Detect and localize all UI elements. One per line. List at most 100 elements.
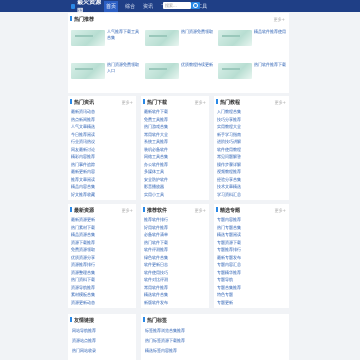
list-item[interactable]: 软件使用技巧	[144, 270, 206, 276]
list-item-title[interactable]: 热门素材下载	[71, 225, 95, 231]
list-item[interactable]: 影音播放器	[144, 184, 206, 190]
list-item[interactable]: 新手学习指南	[217, 132, 286, 138]
list-item[interactable]: 操作步骤详解	[217, 162, 286, 168]
featured-thumb[interactable]	[71, 63, 105, 79]
list-item-title[interactable]: 软件评测推荐	[144, 247, 168, 253]
list-item-title[interactable]: 好用软件推荐	[144, 225, 168, 231]
list-item-title[interactable]: 网友最新讨论	[71, 147, 95, 153]
list-item-title[interactable]: 经验分享合集	[217, 177, 241, 183]
list-item[interactable]: 专题精华推荐	[217, 270, 286, 276]
nav-item[interactable]: 资讯	[142, 3, 154, 10]
list-item-title[interactable]: 技术文章精选	[217, 184, 241, 190]
list-item-title[interactable]: 热门事件追踪	[71, 162, 95, 168]
featured-link[interactable]: 优质教程持续更新	[181, 62, 215, 74]
list-item-title[interactable]: 行业资讯热议	[71, 139, 95, 145]
list-item[interactable]: 办公软件推荐	[144, 162, 206, 168]
list-item-title[interactable]: 多媒体工具	[144, 169, 164, 175]
list-item[interactable]: 精品资源合集	[71, 232, 133, 238]
list-item[interactable]: 安全防护软件	[144, 177, 206, 183]
list-item[interactable]: 资源整理合集	[71, 270, 133, 276]
list-item-title[interactable]: 热门软件下载	[144, 240, 168, 246]
list-item[interactable]: 热门软件下载	[144, 240, 206, 246]
list-item[interactable]: 常见问题解答	[217, 154, 286, 160]
list-item-title[interactable]: 专题内容汇总	[217, 262, 241, 268]
list-item[interactable]: 专题资源下载	[217, 240, 286, 246]
list-item[interactable]: 软件更新日志	[144, 262, 206, 268]
list-item[interactable]: 标签推荐浏览合集推荐	[145, 328, 285, 334]
list-item[interactable]: 今日推荐阅读	[71, 132, 133, 138]
list-item[interactable]: 资源站点推荐	[72, 338, 132, 344]
section-more-link[interactable]: 更多+	[122, 208, 133, 214]
list-item-title[interactable]: 专题合集推荐	[217, 285, 241, 291]
list-item-title[interactable]: 精选专题阅读	[217, 232, 241, 238]
list-item-title[interactable]: 网络工具合集	[144, 154, 168, 160]
list-item-title[interactable]: 热门专题合集	[217, 225, 241, 231]
list-item[interactable]: 好文推荐收藏	[71, 192, 133, 198]
list-item[interactable]: 实用小工具	[144, 192, 206, 198]
featured-thumb[interactable]	[218, 30, 252, 46]
list-item[interactable]: 最新专题发布	[217, 255, 286, 261]
list-item[interactable]: 素材模板合集	[71, 292, 133, 298]
list-item[interactable]: 常用软件推荐	[144, 285, 206, 291]
section-more-link[interactable]: 更多+	[122, 100, 133, 106]
list-item-title[interactable]: 推荐软件排行	[144, 217, 168, 223]
list-item-title[interactable]: 最新资讯动态	[71, 109, 95, 115]
list-item[interactable]: 最新资源更新	[71, 217, 133, 223]
list-item[interactable]: 精选专题阅读	[217, 232, 286, 238]
list-item[interactable]: 绿色软件合集	[144, 255, 206, 261]
list-item[interactable]: 热门资料下载	[71, 277, 133, 283]
list-item-title[interactable]: 常用软件推荐	[144, 285, 168, 291]
site-logo[interactable]: 最火资源网	[71, 0, 102, 15]
list-item[interactable]: 特色专题	[217, 292, 286, 298]
list-item[interactable]: 精选标签内容推荐	[145, 348, 285, 354]
list-item-title[interactable]: 精选软件合集	[144, 292, 168, 298]
list-item-title[interactable]: 素材模板合集	[71, 292, 95, 298]
list-item-title[interactable]: 特色专题	[217, 292, 233, 298]
list-item[interactable]: 最新资讯动态	[71, 109, 133, 115]
list-item[interactable]: 资源推荐排行	[71, 262, 133, 268]
list-item[interactable]: 好用软件推荐	[144, 225, 206, 231]
list-item-title[interactable]: 进阶技巧讲解	[217, 139, 241, 145]
list-item-title[interactable]: 专题精华推荐	[217, 270, 241, 276]
list-item[interactable]: 资源更新动态	[71, 300, 133, 306]
list-item-title[interactable]: 资源下载推荐	[71, 240, 95, 246]
list-item[interactable]: 网友最新讨论	[71, 147, 133, 153]
list-item-title[interactable]: 资源推荐排行	[71, 262, 95, 268]
list-item-title[interactable]: 最新更新内容	[71, 169, 95, 175]
featured-link[interactable]: 热门资源免费领取入口	[107, 62, 141, 74]
list-item-title[interactable]: 办公软件推荐	[144, 162, 168, 168]
list-item-title[interactable]: 专题内容推荐	[217, 217, 241, 223]
list-item[interactable]: 技术文章精选	[217, 184, 286, 190]
list-item-title[interactable]: 实用教程大全	[217, 124, 241, 130]
list-item[interactable]: 进阶技巧讲解	[217, 139, 286, 145]
list-item-title[interactable]: 视频教程推荐	[217, 169, 241, 175]
list-item[interactable]: 系统工具推荐	[144, 139, 206, 145]
list-item-title[interactable]: 好文推荐收藏	[71, 192, 95, 198]
list-item-title[interactable]: 必备软件清单	[144, 232, 168, 238]
list-item[interactable]: 免费工具推荐	[144, 117, 206, 123]
list-item[interactable]: 软件使用教程	[217, 147, 286, 153]
list-item[interactable]: 热点新闻推荐	[71, 117, 133, 123]
section-more-link[interactable]: 更多+	[195, 208, 206, 214]
list-item[interactable]: 热门标签资源下载推荐	[145, 338, 285, 344]
list-item-title[interactable]: 专题推荐排行	[217, 247, 241, 253]
list-item[interactable]: 优质资源分享	[71, 255, 133, 261]
list-item[interactable]: 行业资讯热议	[71, 139, 133, 145]
list-item[interactable]: 专题更新	[217, 300, 286, 306]
list-item[interactable]: 技巧分享推荐	[217, 117, 286, 123]
list-item[interactable]: 经验分享合集	[217, 177, 286, 183]
featured-thumb[interactable]	[145, 30, 179, 46]
list-item[interactable]: 资源导航推荐	[71, 285, 133, 291]
list-item-title[interactable]: 绿色软件合集	[144, 255, 168, 261]
list-item[interactable]: 入门教程合集	[217, 109, 286, 115]
list-item-title[interactable]: 装机必备软件	[144, 147, 168, 153]
list-item-title[interactable]: 今日推荐阅读	[71, 132, 95, 138]
list-item[interactable]: 推荐软件排行	[144, 217, 206, 223]
list-item-title[interactable]: 影音播放器	[144, 184, 164, 190]
section-more-link[interactable]: 更多+	[195, 100, 206, 106]
list-item[interactable]: 资源下载推荐	[71, 240, 133, 246]
list-item-title[interactable]: 人气文章精选	[71, 124, 95, 130]
list-item[interactable]: 热门事件追踪	[71, 162, 133, 168]
list-item[interactable]: 免费资源领取	[71, 247, 133, 253]
list-item-title[interactable]: 热门资料下载	[71, 277, 95, 283]
